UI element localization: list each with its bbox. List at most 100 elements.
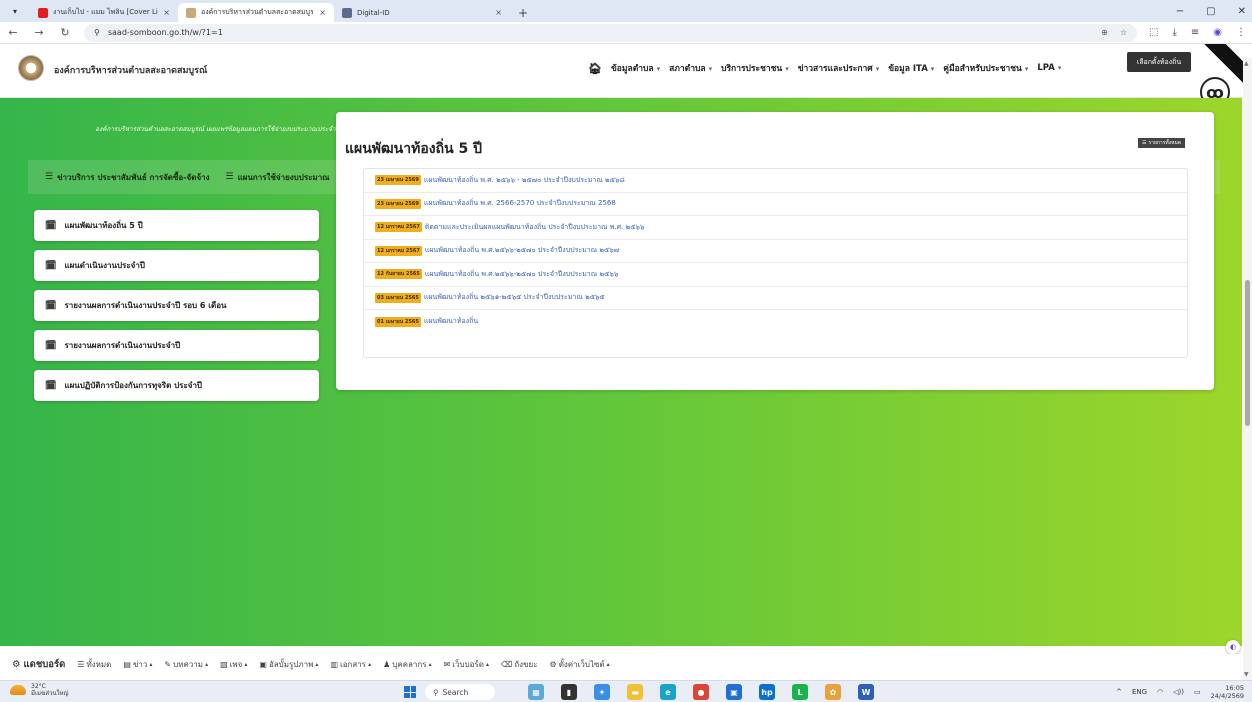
accessibility-fab-icon[interactable]: ◐	[1226, 640, 1240, 654]
windows-start-icon[interactable]	[404, 686, 416, 698]
plan-link[interactable]: ติดตามและประเมินผลแผนพัฒนาท้องถิ่น ประจำ…	[425, 222, 645, 233]
plan-list-item[interactable]: 12 กันยายน 2565 แผนพัฒนาท้องถิ่น พ.ศ.๒๕๖๖…	[364, 263, 1187, 287]
album-icon: ▣	[259, 659, 267, 669]
browser-tab[interactable]: งานเก็บไป - แมม ไพลิน [Cover Liv ×	[30, 3, 178, 22]
sidebar-item-label: แผนดำเนินงานประจำปี	[64, 261, 145, 270]
page-scrollbar[interactable]: ▲ ▼	[1243, 58, 1252, 680]
nav-item[interactable]: ข้อมูล ITA ▾	[888, 61, 934, 75]
photos-app-icon[interactable]: ▦	[528, 684, 544, 700]
tab-search-chevron-icon[interactable]: ▾	[0, 0, 30, 22]
browser-tab[interactable]: Digital-ID ×	[334, 3, 510, 22]
nav-item[interactable]: คู่มือสำหรับประชาชน ▾	[943, 61, 1028, 75]
hp-app-icon[interactable]: hp	[759, 684, 775, 700]
sidebar-item[interactable]: 🗓︎ แผนดำเนินงานประจำปี	[34, 250, 319, 281]
profile-icon[interactable]: ◉	[1213, 27, 1222, 38]
taskbar-search[interactable]: ⚲ Search	[425, 684, 495, 700]
file-explorer-icon[interactable]: ▬	[627, 684, 643, 700]
site-title[interactable]: องค์การบริหารส่วนตำบลสะอาดสมบูรณ์	[54, 63, 207, 77]
election-button[interactable]: เลือกตั้งท้องถิ่น	[1127, 52, 1191, 72]
scroll-up-icon[interactable]: ▲	[1244, 60, 1249, 67]
line-app-icon[interactable]: L	[792, 684, 808, 700]
document-icon: ▥	[330, 659, 338, 669]
sidebar-item[interactable]: 🗓︎ รายงานผลการดำเนินงานประจำปี รอบ 6 เดือ…	[34, 290, 319, 321]
new-tab-button[interactable]: +	[510, 3, 536, 22]
site-logo-icon[interactable]	[18, 55, 44, 81]
view-all-button[interactable]: ☰ รายการทั้งหมด	[1137, 138, 1185, 148]
clock[interactable]: 16:05 24/4/2569	[1211, 684, 1244, 700]
plan-link[interactable]: แผนพัฒนาท้องถิ่น ๒๕๖๑-๒๕๖๕ ประจำปีงบประม…	[424, 292, 605, 303]
nav-item[interactable]: ข้อมูลตำบล ▾	[611, 61, 660, 75]
sidebar-item[interactable]: 🗓︎ รายงานผลการดำเนินงานประจำปี	[34, 330, 319, 361]
bookmark-star-icon[interactable]: ☆	[1120, 28, 1127, 37]
chrome-browser-icon[interactable]: ●	[693, 684, 709, 700]
plan-link[interactable]: แผนพัฒนาท้องถิ่น พ.ศ.๒๕๖๖-๒๕๗๐ ประจำปีงบ…	[425, 245, 619, 256]
colorful-app-icon[interactable]: ✿	[825, 684, 841, 700]
back-icon[interactable]: ←	[6, 26, 20, 39]
close-tab-icon[interactable]: ×	[495, 8, 502, 17]
home-icon[interactable]: 🏠︎	[588, 62, 602, 75]
admin-bar-item[interactable]: ▣ อัลบั้มรูปภาพ ▴	[259, 658, 318, 671]
restore-icon[interactable]: ▢	[1206, 6, 1215, 17]
nav-item[interactable]: ข่าวสารและประกาศ ▾	[798, 61, 880, 75]
task-view-icon[interactable]: ▮	[561, 684, 577, 700]
word-app-icon[interactable]: W	[858, 684, 874, 700]
tray-chevron-icon[interactable]: ^	[1116, 688, 1122, 696]
chevron-down-icon: ▾	[875, 65, 880, 73]
reading-list-icon[interactable]: ≡	[1191, 27, 1199, 38]
category-tab[interactable]: ☰ ข่าวบริการ ประชาสัมพันธ์ การจัดซื้อ-จัด…	[40, 166, 215, 188]
plan-link[interactable]: แผนพัฒนาท้องถิ่น พ.ศ.๒๕๖๖-๒๕๗๐ ประจำปีงบ…	[425, 269, 618, 280]
close-tab-icon[interactable]: ×	[319, 8, 326, 17]
nav-item[interactable]: สภาตำบล ▾	[669, 61, 712, 75]
plan-link[interactable]: แผนพัฒนาท้องถิ่น พ.ศ. 2566-2570 ประจำปีง…	[424, 198, 616, 209]
admin-bar-item[interactable]: ♟ บุคคลากร ▴	[383, 658, 432, 671]
minimize-icon[interactable]: −	[1176, 6, 1184, 17]
nav-item[interactable]: บริการประชาชน ▾	[721, 61, 789, 75]
browser-tab[interactable]: องค์การบริหารส่วนตำบลสะอาดสมบูร ×	[178, 3, 334, 22]
dashboard-link[interactable]: ⚙ แดชบอร์ด	[12, 657, 65, 672]
edge-browser-icon[interactable]: e	[660, 684, 676, 700]
url-text: saad-somboon.go.th/w/?1=1	[107, 28, 223, 37]
admin-bar-item[interactable]: ▥ เอกสาร ▴	[330, 658, 371, 671]
plan-list-item[interactable]: 01 เมษายน 2565 แผนพัฒนาท้องถิ่น	[364, 310, 1187, 334]
reload-icon[interactable]: ↻	[58, 26, 72, 39]
sidebar-item[interactable]: 🗓︎ แผนปฏิบัติการป้องกันการทุจริต ประจำปี	[34, 370, 319, 401]
plan-list-item[interactable]: 12 มกราคม 2567 แผนพัฒนาท้องถิ่น พ.ศ.๒๕๖๖-…	[364, 240, 1187, 263]
admin-bar-item[interactable]: ✎ บทความ ▴	[164, 658, 208, 671]
battery-icon[interactable]: ▭	[1194, 688, 1201, 696]
plan-list-item[interactable]: 12 มกราคม 2567 ติดตามและประเมินผลแผนพัฒนา…	[364, 216, 1187, 240]
language-indicator[interactable]: ENG	[1132, 688, 1147, 696]
chevron-down-icon: ▾	[656, 65, 661, 73]
weather-widget[interactable]: 32°C มีเมฆส่วนใหญ่	[10, 683, 69, 697]
plan-link[interactable]: แผนพัฒนาท้องถิ่น พ.ศ. ๒๕๖๖ - ๒๕๗๐ ประจำป…	[424, 175, 625, 186]
windows-taskbar: 32°C มีเมฆส่วนใหญ่ ⚲ Search ▦ ▮ ✦ ▬ e ● ▣ hp L ✿ W…	[0, 680, 1252, 702]
admin-bar-item[interactable]: ⚙ ตั้งค่าเว็บไซต์ ▴	[550, 658, 610, 671]
plan-link[interactable]: แผนพัฒนาท้องถิ่น	[424, 316, 478, 327]
plan-list-item[interactable]: 03 เมษายน 2565 แผนพัฒนาท้องถิ่น ๒๕๖๑-๒๕๖๕…	[364, 287, 1187, 310]
site-info-icon[interactable]: ⚲	[94, 28, 100, 37]
plan-list-item[interactable]: 23 เมษายน 2569 แผนพัฒนาท้องถิ่น พ.ศ. ๒๕๖๖…	[364, 169, 1187, 193]
close-tab-icon[interactable]: ×	[163, 8, 170, 17]
close-window-icon[interactable]: ✕	[1238, 6, 1246, 17]
scroll-down-icon[interactable]: ▼	[1244, 671, 1249, 678]
scroll-thumb[interactable]	[1245, 280, 1250, 426]
extensions-icon[interactable]: ⬚	[1149, 27, 1158, 38]
download-icon[interactable]: ⤓	[1172, 27, 1176, 38]
nav-item[interactable]: LPA ▾	[1037, 63, 1061, 73]
store-app-icon[interactable]: ▣	[726, 684, 742, 700]
admin-bar-item[interactable]: ☰ ทั้งหมด	[77, 658, 111, 671]
admin-bar-item[interactable]: ⌫ ถังขยะ	[501, 658, 538, 671]
admin-bar-item[interactable]: ✉ เว็บบอร์ด ▴	[444, 658, 489, 671]
url-omnibox[interactable]: ⚲ saad-somboon.go.th/w/?1=1 ⊕ ☆	[84, 23, 1137, 42]
category-tab[interactable]: ☰ แผนการใช้จ่ายงบประมาณ	[221, 166, 335, 188]
admin-bar-item[interactable]: ▤ ข่าว ▴	[123, 658, 152, 671]
browser-menu-icon[interactable]: ⋮	[1236, 27, 1246, 38]
volume-icon[interactable]: ◁))	[1173, 688, 1184, 696]
admin-bar-item[interactable]: ▧ เพจ ▴	[220, 658, 247, 671]
plan-list-item[interactable]: 23 เมษายน 2569 แผนพัฒนาท้องถิ่น พ.ศ. 2566…	[364, 193, 1187, 216]
zoom-icon[interactable]: ⊕	[1101, 28, 1108, 37]
wifi-icon[interactable]: ◠	[1157, 688, 1163, 696]
copilot-app-icon[interactable]: ✦	[594, 684, 610, 700]
browser-tab-bar: ▾ งานเก็บไป - แมม ไพลิน [Cover Liv × องค์ก…	[0, 0, 1252, 22]
forward-icon[interactable]: →	[32, 26, 46, 39]
sidebar-item[interactable]: 🗓︎ แผนพัฒนาท้องถิ่น 5 ปี	[34, 210, 319, 241]
